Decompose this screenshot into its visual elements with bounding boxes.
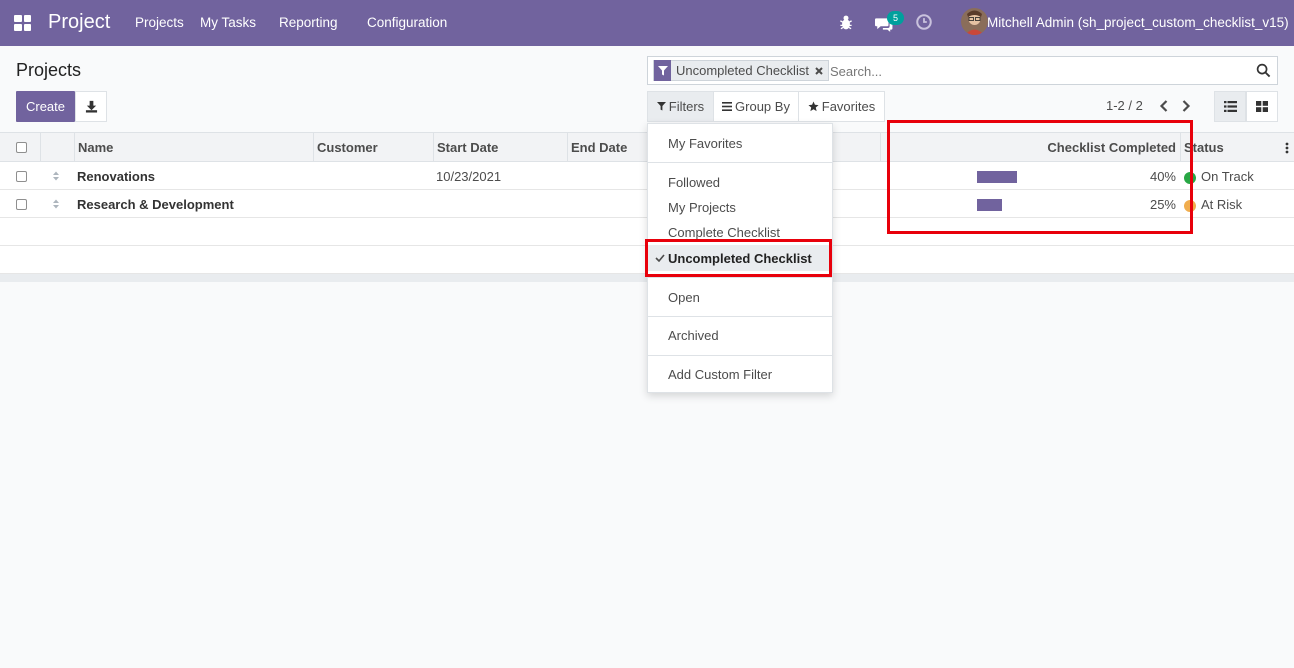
add-custom-filter[interactable]: Add Custom Filter <box>668 367 772 382</box>
menu-configuration[interactable]: Configuration <box>367 15 447 30</box>
filter-archived[interactable]: Archived <box>668 328 719 343</box>
dropdown-divider <box>648 162 832 163</box>
chevron-right-icon[interactable] <box>1179 98 1193 114</box>
filters-dropdown: My Favorites Followed My Projects Comple… <box>647 123 833 393</box>
checklist-percent: 40% <box>1149 169 1176 184</box>
search-facet: Uncompleted Checklist <box>653 60 829 81</box>
download-button[interactable] <box>75 91 107 122</box>
status-label: On Track <box>1201 169 1254 184</box>
bug-icon[interactable] <box>837 13 855 31</box>
kanban-view-icon <box>1256 101 1268 112</box>
optional-columns-icon[interactable] <box>1284 141 1290 155</box>
dropdown-divider <box>648 316 832 317</box>
create-button[interactable]: Create <box>16 91 75 122</box>
user-menu[interactable]: Mitchell Admin (sh_project_custom_checkl… <box>987 15 1289 30</box>
status-dot[interactable] <box>1184 200 1196 212</box>
checklist-progress-bar <box>977 199 1077 211</box>
download-icon <box>85 100 98 113</box>
filter-complete-checklist[interactable]: Complete Checklist <box>668 225 780 240</box>
filter-uncompleted-checklist[interactable]: Uncompleted Checklist <box>668 251 812 266</box>
checklist-percent: 25% <box>1149 197 1176 212</box>
user-avatar[interactable] <box>961 8 988 35</box>
page-title: Projects <box>16 60 82 80</box>
facet-label: Uncompleted Checklist <box>676 63 809 78</box>
filter-icon <box>656 102 666 111</box>
pager-value[interactable]: 1-2 / 2 <box>1106 98 1143 113</box>
group-by-label: Group By <box>735 99 790 114</box>
row-checkbox[interactable] <box>16 171 27 182</box>
app-name[interactable]: Project <box>48 11 110 34</box>
message-count-badge: 5 <box>887 11 904 25</box>
select-all-checkbox[interactable] <box>16 142 27 153</box>
column-start-date[interactable]: Start Date <box>433 133 498 162</box>
row-checkbox[interactable] <box>16 199 27 210</box>
dropdown-divider <box>648 277 832 278</box>
menu-projects[interactable]: Projects <box>135 15 184 30</box>
kanban-view-button[interactable] <box>1246 91 1278 122</box>
filter-open[interactable]: Open <box>668 290 700 305</box>
search-bar[interactable]: Uncompleted Checklist <box>647 56 1278 85</box>
handle-column-header <box>40 133 74 162</box>
menu-my-tasks[interactable]: My Tasks <box>200 15 256 30</box>
group-by-button[interactable]: Group By <box>713 91 799 122</box>
remove-facet-icon[interactable] <box>813 65 825 77</box>
column-customer[interactable]: Customer <box>313 133 378 162</box>
favorites-button[interactable]: Favorites <box>798 91 885 122</box>
search-input[interactable] <box>830 61 1250 81</box>
filter-followed[interactable]: Followed <box>668 175 720 190</box>
drag-handle-icon[interactable] <box>52 198 60 210</box>
menu-reporting[interactable]: Reporting <box>279 15 338 30</box>
column-end-date[interactable]: End Date <box>567 133 627 162</box>
filters-label: Filters <box>668 99 705 114</box>
status-dot[interactable] <box>1184 172 1196 184</box>
column-checklist-completed[interactable]: Checklist Completed <box>880 133 1180 162</box>
status-label: At Risk <box>1201 197 1243 212</box>
row-start-date: 10/23/2021 <box>436 169 502 184</box>
star-icon <box>808 101 819 112</box>
filter-icon <box>654 60 671 81</box>
favorites-label: Favorites <box>821 99 876 114</box>
checklist-progress-bar <box>977 171 1077 183</box>
dropdown-divider <box>648 355 832 356</box>
filters-button[interactable]: Filters <box>647 91 714 122</box>
chevron-left-icon[interactable] <box>1157 98 1171 114</box>
apps-menu-icon[interactable] <box>14 15 32 31</box>
filter-my-favorites[interactable]: My Favorites <box>668 136 742 151</box>
row-name[interactable]: Research & Development <box>77 197 234 212</box>
search-icon[interactable] <box>1256 63 1271 78</box>
column-name[interactable]: Name <box>74 133 113 162</box>
list-view-icon <box>1223 101 1237 112</box>
filter-my-projects[interactable]: My Projects <box>668 200 736 215</box>
drag-handle-icon[interactable] <box>52 170 60 182</box>
list-view-button[interactable] <box>1214 91 1246 122</box>
check-icon <box>655 254 665 262</box>
list-icon <box>722 102 733 111</box>
row-name[interactable]: Renovations <box>77 169 155 184</box>
column-status[interactable]: Status <box>1180 133 1224 162</box>
top-navbar: Project Projects My Tasks Reporting Conf… <box>0 0 1294 46</box>
clock-icon[interactable] <box>915 13 933 31</box>
